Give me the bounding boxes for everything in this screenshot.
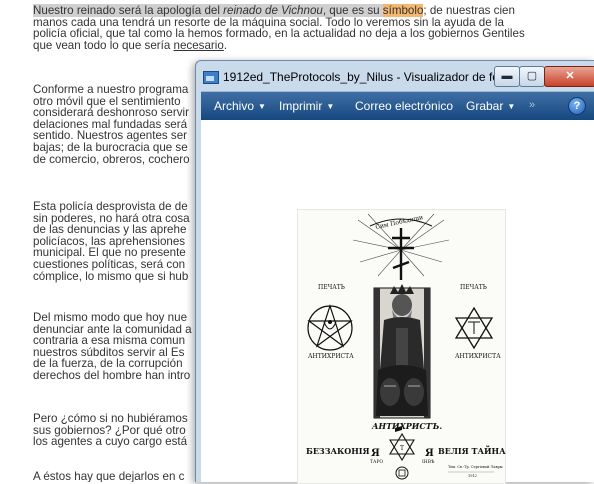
scan-center-caption: АНТИХРИСТЪ. (372, 421, 443, 431)
archivo-label: Archivo (214, 99, 255, 113)
correo-label: Correo electrónico (355, 99, 454, 113)
dropdown-arrow-icon: ▼ (258, 102, 266, 111)
correo-electronico-button[interactable]: Correo electrónico (355, 99, 453, 113)
scan-left-label: ПЕЧАТЬ (318, 284, 345, 291)
svg-text:T: T (400, 445, 404, 452)
scanned-page-image: T Я Я Сим Побѣдиши ПЕЧАТЬ АНТИХРИСТА ПЕЧ… (297, 209, 506, 484)
right-hexagram-seal-icon (454, 306, 494, 350)
image-view-area[interactable]: T Я Я Сим Побѣдиши ПЕЧАТЬ АНТИХРИСТА ПЕЧ… (201, 120, 594, 484)
photo-viewer-icon (203, 71, 219, 84)
scan-bottom-left-text: БЕЗЗАКОНІЯ (306, 446, 370, 456)
monogram-left-glyph: Я (371, 448, 380, 459)
scan-left-caption: АНТИХРИСТА (308, 353, 354, 360)
orthodox-cross-icon (388, 228, 414, 280)
document-line: A éstos hay que dejarlos en c (33, 471, 184, 482)
text-run: . (223, 38, 228, 52)
lower-star-column-icon: T (389, 426, 415, 480)
scan-small-right: ІНВѢ (422, 460, 435, 465)
document-paragraph: Del mismo modo que hoy nue denunciar ante… (33, 312, 192, 382)
help-icon[interactable]: ? (568, 97, 586, 115)
grabar-menu[interactable]: Grabar ▼ (466, 99, 515, 113)
document-line: de comercio, obreros, cochero (33, 152, 190, 166)
document-paragraph: A éstos hay que dejarlos en c (33, 471, 184, 482)
photo-viewer-window[interactable]: 1912ed_TheProtocols_by_Nilus - Visualiza… (195, 60, 594, 484)
scan-right-caption: АНТИХРИСТА (455, 353, 501, 360)
text-run: de comercio, obreros, cochero (33, 152, 190, 166)
close-button[interactable]: ✕ (544, 66, 594, 87)
document-line: derechos del hombre han intro (33, 370, 192, 382)
text-run: que vean todo lo que sería (33, 38, 174, 52)
scan-footer-note: Тип. Св.-Тр. Сергіевой Лавры (448, 465, 503, 469)
imprimir-menu[interactable]: Imprimir ▼ (279, 99, 334, 113)
text-run: necesario (173, 38, 224, 52)
document-paragraph: Nuestro reinado será la apología del rei… (33, 4, 525, 52)
chevron-more-icon[interactable]: » (529, 99, 535, 111)
left-pentagram-seal-icon (307, 304, 353, 351)
document-paragraph: Esta policía desprovista de de sin podere… (33, 201, 190, 282)
archivo-menu[interactable]: Archivo ▼ (214, 99, 266, 113)
title-bar[interactable]: 1912ed_TheProtocols_by_Nilus - Visualiza… (201, 66, 594, 90)
scan-illustration: T Я Я (307, 213, 494, 480)
document-line: que vean todo lo que sería necesario. (33, 38, 525, 52)
antichrist-figure-illustration (373, 284, 431, 419)
dropdown-arrow-icon: ▼ (326, 102, 335, 111)
text-run: cómplice, lo mismo que si hub (33, 269, 189, 283)
scan-small-left: ТАРО (370, 460, 384, 465)
grabar-label: Grabar (466, 99, 504, 113)
scan-footer-year: 1912 (468, 474, 477, 478)
maximize-button[interactable]: ▢ (519, 66, 545, 87)
dropdown-arrow-icon: ▼ (507, 102, 516, 111)
document-paragraph: Pero ¿cómo si no hubiéramos sus gobiernos… (33, 413, 188, 448)
text-run: los agentes a cuyo cargo está (33, 435, 188, 449)
window-title: 1912ed_TheProtocols_by_Nilus - Visualiza… (223, 70, 513, 84)
scan-bottom-right-text: ВЕЛІЯ ТАЙНА (438, 446, 506, 456)
document-paragraph: Conforme a nuestro programa otro móvil qu… (33, 84, 190, 165)
monogram-right-glyph: Я (425, 448, 434, 459)
text-run: A éstos hay que dejarlos en c (33, 470, 185, 482)
imprimir-label: Imprimir (279, 99, 323, 113)
document-line: cómplice, lo mismo que si hub (33, 269, 190, 283)
scan-right-label: ПЕЧАТЬ (460, 284, 487, 291)
document-line: los agentes a cuyo cargo está (33, 436, 188, 448)
minimize-button[interactable]: ▬ (494, 66, 520, 87)
caption-buttons: ▬ ▢ ✕ (494, 66, 594, 87)
text-run: derechos del hombre han intro (33, 368, 191, 382)
viewer-toolbar: Archivo ▼ Imprimir ▼ Correo electrónico Gr… (201, 91, 594, 120)
